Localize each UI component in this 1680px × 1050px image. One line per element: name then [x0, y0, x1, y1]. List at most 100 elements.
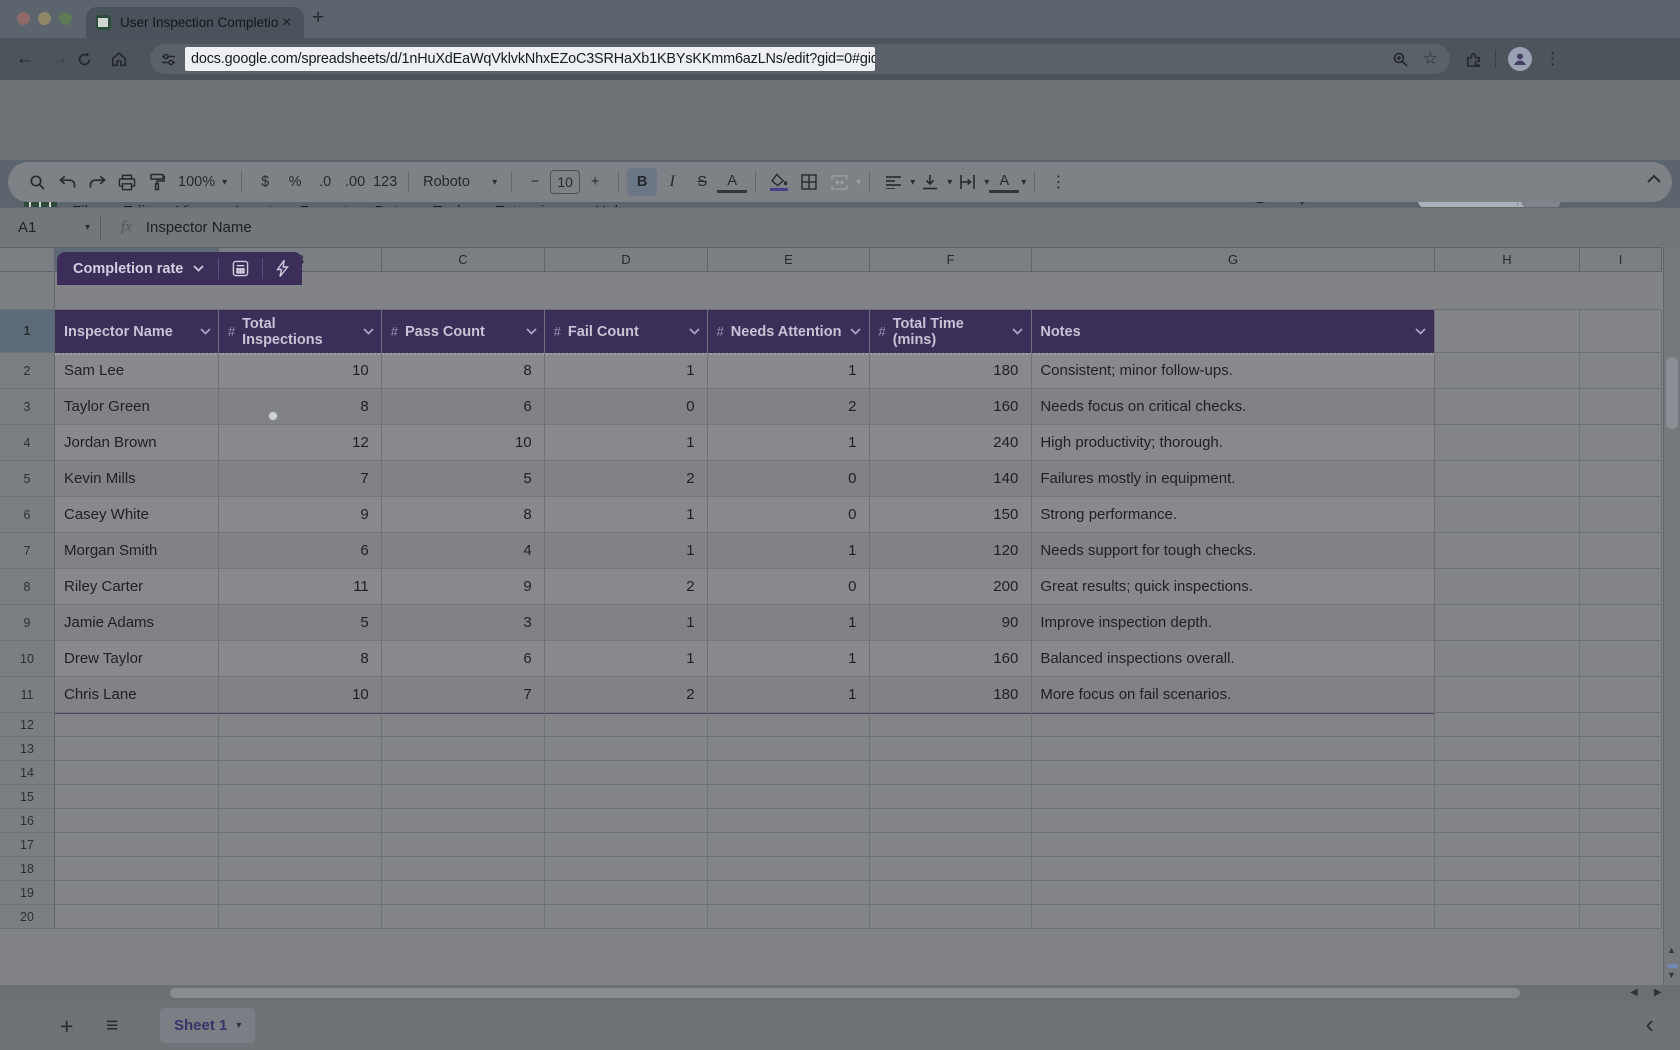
more-formats-button[interactable]: 123	[370, 168, 400, 196]
name-box-caret-icon[interactable]: ▾	[85, 222, 90, 233]
bold-button[interactable]: B	[627, 168, 657, 196]
decrease-font-size-button[interactable]: −	[520, 168, 550, 196]
cell[interactable]: Taylor Green	[55, 389, 219, 425]
row-header-2[interactable]: 2	[0, 353, 55, 389]
cell[interactable]: 1	[708, 677, 870, 713]
cell[interactable]: 0	[708, 497, 870, 533]
cell[interactable]: Drew Taylor	[55, 641, 219, 677]
cell[interactable]: 2	[545, 569, 708, 605]
search-icon[interactable]	[22, 168, 52, 196]
forward-icon[interactable]: →	[42, 48, 76, 70]
table-row-3[interactable]: Taylor Green8602160Needs focus on critic…	[55, 389, 1434, 425]
row-header-19[interactable]: 19	[0, 881, 55, 905]
format-percent-button[interactable]: %	[280, 168, 310, 196]
cell[interactable]: 2	[545, 677, 708, 713]
cell[interactable]: 1	[545, 497, 708, 533]
row-header-20[interactable]: 20	[0, 905, 55, 929]
table-chip[interactable]: Completion rate	[57, 252, 302, 285]
increase-decimal-button[interactable]: .00	[340, 168, 370, 196]
grid-row-18[interactable]	[55, 857, 1662, 881]
cell[interactable]: 4	[382, 533, 545, 569]
cell[interactable]: High productivity; thorough.	[1031, 425, 1434, 461]
autofill-handle[interactable]	[268, 411, 278, 421]
cell[interactable]: 120	[869, 533, 1031, 569]
column-menu-chevron-icon[interactable]	[850, 328, 861, 335]
cell[interactable]: 1	[545, 353, 708, 389]
font-select[interactable]: Roboto▾	[417, 174, 503, 190]
cell[interactable]: 0	[708, 461, 870, 497]
row-header-12[interactable]: 12	[0, 713, 55, 737]
column-menu-chevron-icon[interactable]	[363, 328, 374, 335]
decrease-decimal-button[interactable]: .0	[310, 168, 340, 196]
cell[interactable]: Morgan Smith	[55, 533, 219, 569]
grid-row-17[interactable]	[55, 833, 1662, 857]
scroll-up-icon[interactable]: ▲	[1667, 945, 1676, 955]
extensions-puzzle-icon[interactable]	[1464, 50, 1483, 69]
cell[interactable]: 8	[382, 353, 545, 389]
cell[interactable]: 1	[708, 353, 870, 389]
horizontal-scrollbar[interactable]: ◀ ▶	[0, 985, 1680, 1001]
chevron-down-icon[interactable]	[193, 265, 204, 272]
column-header-I[interactable]: I	[1580, 248, 1662, 271]
cell[interactable]: More focus on fail scenarios.	[1031, 677, 1434, 713]
formula-input[interactable]: Inspector Name	[146, 219, 252, 236]
cell[interactable]: Great results; quick inspections.	[1031, 569, 1434, 605]
row-header-3[interactable]: 3	[0, 389, 55, 425]
cell[interactable]: 9	[219, 497, 382, 533]
url-text[interactable]: docs.google.com/spreadsheets/d/1nHuXdEaW…	[191, 51, 875, 67]
scroll-right-icon[interactable]: ▶	[1654, 987, 1662, 998]
table-row-5[interactable]: Kevin Mills7520140Failures mostly in equ…	[55, 461, 1434, 497]
grid-row-15[interactable]	[55, 785, 1662, 809]
reload-icon[interactable]	[76, 51, 110, 68]
more-vertical-icon[interactable]: ⋮	[1544, 49, 1561, 69]
sheet-tab[interactable]: Sheet 1 ▾	[160, 1008, 255, 1043]
cell[interactable]: 3	[382, 605, 545, 641]
maximize-window-button[interactable]	[59, 12, 72, 25]
scroll-down-icon[interactable]: ▼	[1667, 970, 1676, 980]
vertical-scrollbar[interactable]: ▲ ▼	[1663, 247, 1680, 985]
table-row-6[interactable]: Casey White9810150Strong performance.	[55, 497, 1434, 533]
column-header-F[interactable]: F	[870, 248, 1032, 271]
cell[interactable]: 6	[382, 641, 545, 677]
table-row-8[interactable]: Riley Carter11920200Great results; quick…	[55, 569, 1434, 605]
table-row-11[interactable]: Chris Lane10721180More focus on fail sce…	[55, 677, 1434, 713]
collapse-panel-icon[interactable]: ‹	[1645, 1009, 1654, 1040]
cell[interactable]: 1	[545, 425, 708, 461]
bookmark-star-icon[interactable]: ☆	[1423, 49, 1438, 69]
vertical-align-button[interactable]	[915, 168, 945, 196]
cell[interactable]: 1	[545, 605, 708, 641]
cell[interactable]: Needs support for tough checks.	[1031, 533, 1434, 569]
row-header-6[interactable]: 6	[0, 497, 55, 533]
row-header-10[interactable]: 10	[0, 641, 55, 677]
table-header-pass-count[interactable]: #Pass Count	[382, 310, 545, 353]
close-window-button[interactable]	[17, 12, 30, 25]
cell[interactable]: 150	[869, 497, 1031, 533]
cell[interactable]: 7	[219, 461, 382, 497]
grid-row-16[interactable]	[55, 809, 1662, 833]
table-row-7[interactable]: Morgan Smith6411120Needs support for tou…	[55, 533, 1434, 569]
cell[interactable]: Casey White	[55, 497, 219, 533]
cell[interactable]: 8	[219, 389, 382, 425]
cell[interactable]: Failures mostly in equipment.	[1031, 461, 1434, 497]
cell[interactable]: 12	[219, 425, 382, 461]
browser-tab[interactable]: User Inspection Completion S ×	[86, 7, 304, 38]
toolbar-more-icon[interactable]: ⋮	[1043, 168, 1073, 196]
cell[interactable]: 160	[869, 641, 1031, 677]
paint-format-icon[interactable]	[142, 168, 172, 196]
calculated-table-icon[interactable]	[219, 252, 262, 285]
cell[interactable]: 180	[869, 353, 1031, 389]
column-menu-chevron-icon[interactable]	[689, 328, 700, 335]
cell[interactable]: 2	[708, 389, 870, 425]
add-sheet-icon[interactable]: +	[60, 1013, 73, 1040]
sheet-tab-caret-icon[interactable]: ▾	[236, 1020, 241, 1031]
hide-menus-icon[interactable]	[1646, 174, 1662, 184]
horizontal-scrollbar-thumb[interactable]	[170, 988, 1520, 998]
row-header-1[interactable]: 1	[0, 310, 55, 353]
table-header-needs-attention[interactable]: #Needs Attention	[708, 310, 870, 353]
select-all-corner[interactable]	[0, 248, 55, 271]
cell[interactable]: Jordan Brown	[55, 425, 219, 461]
tune-icon[interactable]	[160, 51, 177, 68]
row-header-9[interactable]: 9	[0, 605, 55, 641]
grid-row-12[interactable]	[55, 713, 1662, 737]
merge-cells-button[interactable]	[824, 168, 854, 196]
